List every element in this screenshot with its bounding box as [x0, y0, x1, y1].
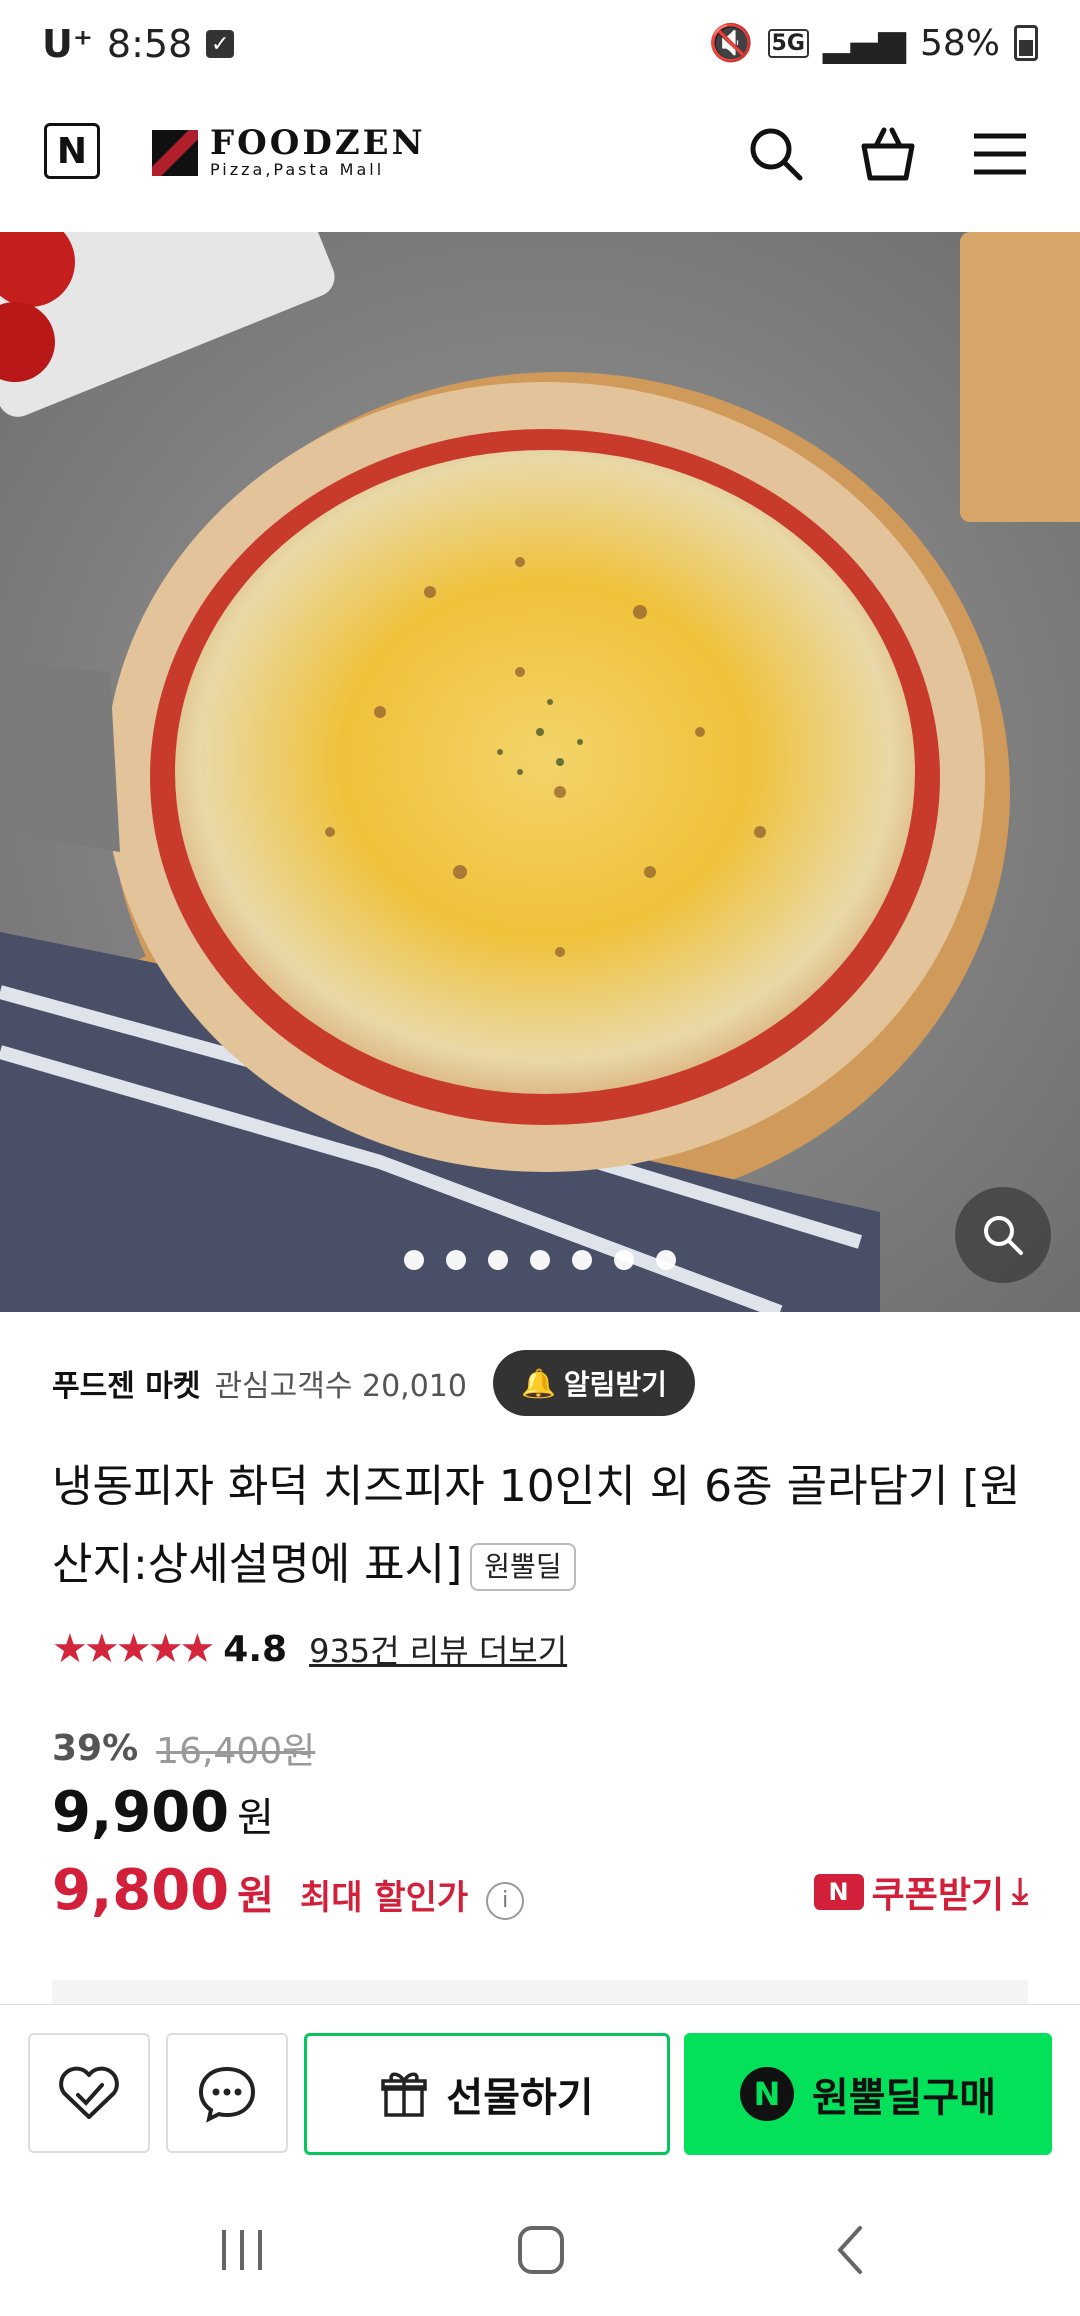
carousel-dot[interactable] [488, 1250, 508, 1270]
store-row: 푸드젠 마켓 관심고객수 20,010 🔔 알림받기 [52, 1350, 695, 1416]
menu-icon[interactable] [968, 122, 1032, 186]
carousel-dot[interactable] [656, 1250, 676, 1270]
discount-row: 39% 16,400원 [52, 1722, 315, 1774]
signal-icon: ▂▄▆ [822, 22, 906, 64]
max-price-label: 최대 할인가 [299, 1878, 469, 1918]
sale-price-number: 9,900 [52, 1780, 230, 1845]
heart-check-icon [59, 2066, 119, 2119]
product-title-block: 냉동피자 화덕 치즈피자 10인치 외 6종 골라담기 [원산지:상세설명에 표… [52, 1448, 1042, 1604]
review-link[interactable]: 935건 리뷰 더보기 [309, 1626, 567, 1672]
star-rating-icon: ★★★★★ [52, 1626, 215, 1672]
back-icon[interactable] [830, 2220, 870, 2280]
sale-price-unit: 원 [237, 1795, 274, 1841]
naver-home-button[interactable]: N [44, 123, 100, 179]
carousel-dot[interactable] [446, 1250, 466, 1270]
naver-n-icon: N [813, 1874, 864, 1910]
bell-plus-icon: 🔔 [520, 1366, 556, 1400]
discount-percent: 39% [52, 1727, 139, 1769]
logo-mark-icon [152, 129, 198, 176]
recent-apps-icon[interactable] [218, 2220, 266, 2280]
coupon-button[interactable]: N 쿠폰받기 ⤓ [813, 1866, 1028, 1918]
buy-button[interactable]: N 원뿔딜구매 [684, 2033, 1052, 2155]
status-bar: U⁺ 8:58 ✓ 🔇 5G ▂▄▆ 58% [0, 0, 1080, 92]
talk-button[interactable] [166, 2033, 288, 2153]
battery-percent: 58% [919, 22, 1000, 64]
gift-button[interactable]: 선물하기 [304, 2033, 670, 2155]
store-name[interactable]: 푸드젠 마켓 [52, 1361, 200, 1405]
rating-score: 4.8 [223, 1628, 288, 1670]
carousel-indicator [0, 1250, 1080, 1270]
rating-row: ★★★★★ 4.8 935건 리뷰 더보기 [52, 1626, 567, 1672]
carousel-dot[interactable] [404, 1250, 424, 1270]
home-icon[interactable] [514, 2220, 568, 2280]
naver-pay-icon: N [740, 2067, 794, 2121]
carousel-dot[interactable] [614, 1250, 634, 1270]
app-header: N FOODZEN Pizza,Pasta Mall [0, 92, 1080, 233]
chat-bubble-icon [198, 2066, 256, 2123]
max-price-unit: 원 [237, 1873, 274, 1919]
coupon-label: 쿠폰받기 [871, 1875, 1005, 1916]
carousel-dot[interactable] [530, 1250, 550, 1270]
subscriber-count: 관심고객수 20,010 [214, 1369, 467, 1404]
checkbox-notification-icon: ✓ [206, 30, 235, 58]
battery-icon [1014, 25, 1038, 61]
notify-label: 알림받기 [563, 1368, 667, 1401]
search-icon[interactable] [744, 122, 808, 186]
store-logo[interactable]: FOODZEN Pizza,Pasta Mall [152, 126, 426, 179]
carousel-dot[interactable] [572, 1250, 592, 1270]
wishlist-button[interactable] [28, 2033, 150, 2153]
info-icon[interactable]: i [486, 1881, 525, 1920]
original-price: 16,400원 [156, 1731, 316, 1772]
max-discount-price: 9,800 원 최대 할인가 i [52, 1858, 525, 1923]
network-label: 5G [767, 28, 809, 58]
buy-label: 원뿔딜구매 [812, 2075, 996, 2121]
bottom-action-bar: 선물하기 N 원뿔딜구매 [0, 2004, 1080, 2185]
brand-name: FOODZEN [210, 123, 426, 163]
pizza-photo [0, 232, 1080, 1312]
sale-price: 9,900 원 [52, 1780, 274, 1845]
gift-label: 선물하기 [446, 2075, 594, 2121]
notify-button[interactable]: 🔔 알림받기 [492, 1350, 695, 1416]
carrier-label: U⁺ [42, 22, 93, 66]
download-icon: ⤓ [1012, 1871, 1028, 1912]
deal-badge: 원뿔딜 [470, 1543, 576, 1591]
mute-icon: 🔇 [708, 23, 754, 64]
max-price-number: 9,800 [52, 1858, 230, 1923]
system-nav-bar [0, 2184, 1080, 2316]
shopping-bag-icon[interactable] [856, 122, 920, 186]
product-image-carousel[interactable] [0, 232, 1080, 1312]
option-box [52, 1980, 1028, 2004]
clock: 8:58 [106, 22, 193, 66]
gift-icon [381, 2072, 428, 2117]
